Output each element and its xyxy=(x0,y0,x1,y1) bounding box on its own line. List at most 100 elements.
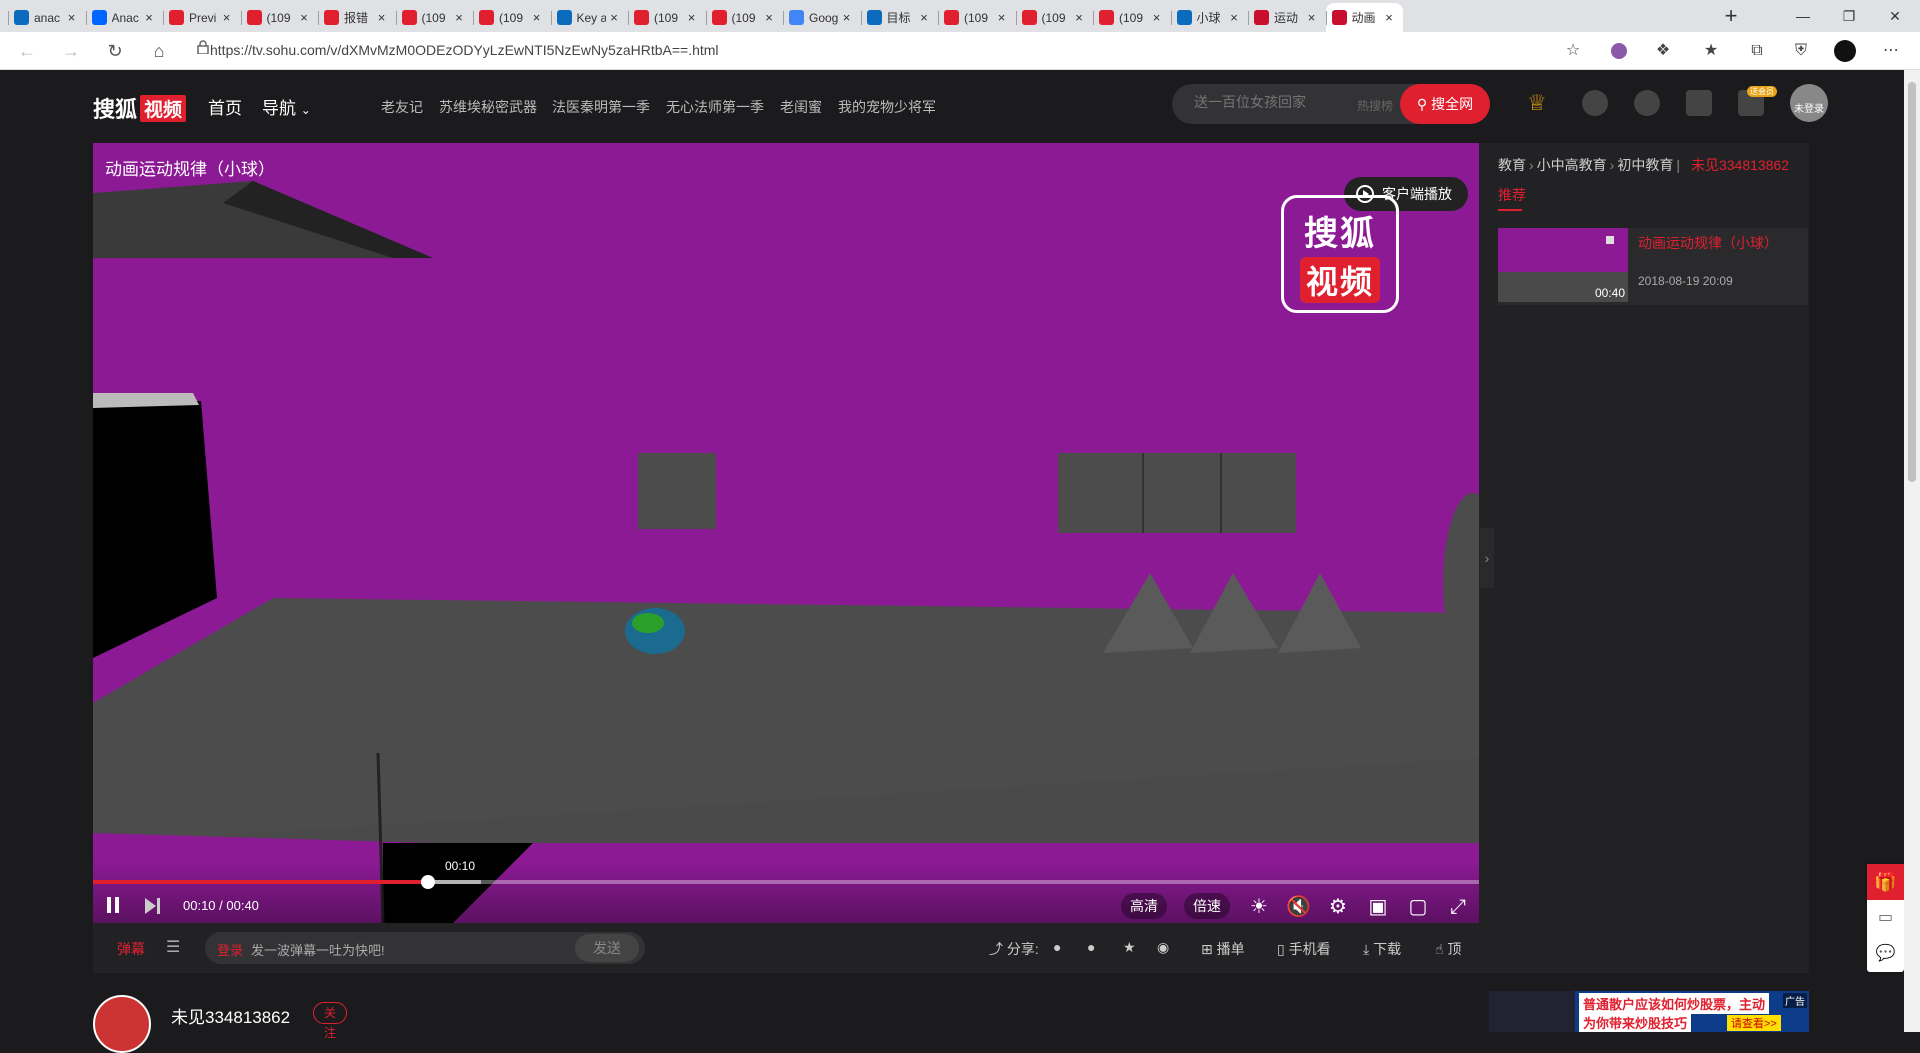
uploader-name[interactable]: 未见334813862 xyxy=(171,1003,290,1028)
play-record-icon[interactable] xyxy=(1686,90,1712,116)
scrollbar-thumb[interactable] xyxy=(1908,82,1916,482)
hot-search-link[interactable]: 热搜榜 xyxy=(1357,97,1393,114)
wechat-icon[interactable]: ● xyxy=(1053,939,1061,955)
browser-tab[interactable]: 报错 × xyxy=(318,3,396,32)
ad-banner[interactable]: 普通散户应该如何炒股票，主动 为你带来炒股技巧 请查看>> 广告 xyxy=(1489,991,1809,1032)
history-icon[interactable] xyxy=(1582,90,1608,116)
browser-tab[interactable]: 目标 × xyxy=(860,3,939,32)
nav-home[interactable]: 首页 xyxy=(208,94,242,119)
fullscreen-icon[interactable]: ⤢ xyxy=(1446,895,1470,919)
forward-button[interactable]: → xyxy=(56,38,86,64)
mobile-watch-button[interactable]: ▯ 手机看 xyxy=(1277,939,1331,959)
theater-mode-icon[interactable]: ▢ xyxy=(1406,895,1430,919)
like-button[interactable]: ☝ 顶 xyxy=(1435,939,1461,959)
tab-close-icon[interactable]: × xyxy=(1071,10,1087,25)
tab-close-icon[interactable]: × xyxy=(296,10,312,25)
favorites-icon[interactable]: ★ xyxy=(1700,40,1722,62)
tab-close-icon[interactable]: × xyxy=(606,10,622,25)
danmu-send-button[interactable]: 发送 xyxy=(575,934,639,962)
upload-icon[interactable] xyxy=(1634,90,1660,116)
hot-link[interactable]: 无心法师第一季 xyxy=(666,97,764,117)
brightness-icon[interactable]: ☀ xyxy=(1247,895,1271,919)
browser-tab[interactable]: (109 × xyxy=(1093,3,1171,32)
speed-button[interactable]: 倍速 xyxy=(1184,893,1230,919)
nav-menu[interactable]: 导航 ⌄ xyxy=(262,94,311,119)
hot-link[interactable]: 老友记 xyxy=(381,97,423,117)
sohu-video-logo[interactable]: 搜狐 视频 xyxy=(93,92,187,124)
browser-tab[interactable]: 运动 × xyxy=(1248,3,1326,32)
tab-recommend[interactable]: 推荐 xyxy=(1498,185,1526,211)
uploader-avatar[interactable] xyxy=(93,995,151,1053)
tab-close-icon[interactable]: × xyxy=(374,10,390,25)
tab-close-icon[interactable]: × xyxy=(1226,10,1242,25)
mini-player-icon[interactable]: ▣ xyxy=(1366,895,1390,919)
browser-tab[interactable]: Goog × xyxy=(783,3,861,32)
tab-close-icon[interactable]: × xyxy=(916,10,932,25)
settings-more-icon[interactable]: ⋯ xyxy=(1880,40,1902,62)
home-button[interactable]: ⌂ xyxy=(144,38,174,64)
settings-icon[interactable]: ⚙ xyxy=(1326,895,1350,919)
breadcrumb-item[interactable]: 初中教育 xyxy=(1617,157,1673,173)
browser-tab[interactable]: (109 × xyxy=(938,3,1016,32)
browser-tab[interactable]: Anac × xyxy=(85,3,164,32)
back-button[interactable]: ← xyxy=(12,38,42,64)
tab-close-icon[interactable]: × xyxy=(684,10,700,25)
tab-close-icon[interactable]: × xyxy=(994,10,1010,25)
browser-tab[interactable]: Key a × xyxy=(550,3,629,32)
extension-icon[interactable] xyxy=(1608,40,1630,62)
follow-button[interactable]: 关注 xyxy=(313,1002,348,1040)
new-tab-button[interactable]: + xyxy=(1716,3,1746,31)
tab-close-icon[interactable]: × xyxy=(141,10,157,25)
lock-icon[interactable] xyxy=(197,40,209,54)
notebook-icon[interactable]: ▭ xyxy=(1867,900,1904,936)
browser-tab[interactable]: Previ × xyxy=(163,3,241,32)
danmu-input-box[interactable]: 登录 发一波弹幕一吐为快吧! 发送 xyxy=(205,932,645,964)
browser-tab[interactable]: (109 × xyxy=(628,3,706,32)
browser-tab[interactable]: (109 × xyxy=(705,3,784,32)
hot-link[interactable]: 苏维埃秘密武器 xyxy=(439,97,537,117)
collapse-panel-icon[interactable]: › xyxy=(1480,528,1494,588)
qzone-icon[interactable]: ★ xyxy=(1123,939,1136,956)
search-input[interactable] xyxy=(1194,94,1344,110)
gift-icon[interactable]: 🎁 xyxy=(1867,864,1904,900)
vip-crown-icon[interactable]: ♕ xyxy=(1527,90,1547,116)
progress-bar[interactable] xyxy=(93,875,1479,889)
breadcrumb-item[interactable]: 教育 xyxy=(1498,157,1526,173)
danmu-login-link[interactable]: 登录 xyxy=(217,940,243,959)
extensions-puzzle-icon[interactable]: ❖ xyxy=(1652,40,1674,62)
hot-link[interactable]: 老闺蜜 xyxy=(780,97,822,117)
url-text[interactable]: https://tv.sohu.com/v/dXMvMzM0ODEzODYyLz… xyxy=(210,42,719,58)
tab-close-icon[interactable]: × xyxy=(1381,10,1397,25)
search-button[interactable]: ⚲ 搜全网 xyxy=(1400,84,1490,124)
tab-close-icon[interactable]: × xyxy=(761,10,777,25)
restore-button[interactable]: ❐ xyxy=(1826,0,1872,32)
browser-tab[interactable]: (109 × xyxy=(395,3,474,32)
qq-icon[interactable]: ● xyxy=(1087,939,1095,955)
recommended-title[interactable]: 动画运动规律（小球） xyxy=(1638,233,1778,253)
video-player[interactable]: 动画运动规律（小球） 客户端播放 搜狐 视频 00:10 00:10 / 00:… xyxy=(93,143,1479,923)
recommended-video[interactable]: 00:40 动画运动规律（小球） 2018-08-19 20:09 xyxy=(1498,228,1808,305)
recommended-thumbnail[interactable]: 00:40 xyxy=(1498,228,1628,302)
hot-link[interactable]: 我的宠物少将军 xyxy=(838,97,936,117)
tab-close-icon[interactable]: × xyxy=(1149,10,1165,25)
page-scrollbar[interactable] xyxy=(1904,70,1920,1032)
browser-essentials-icon[interactable]: ⛨ xyxy=(1790,40,1812,62)
browser-tab[interactable]: anac × xyxy=(8,3,86,32)
uploader-link[interactable]: 未见334813862 xyxy=(1691,157,1789,173)
weibo-icon[interactable]: ◉ xyxy=(1157,939,1169,956)
profile-icon[interactable] xyxy=(1834,40,1856,62)
browser-tab[interactable]: 动画 × xyxy=(1325,3,1403,32)
tab-close-icon[interactable]: × xyxy=(529,10,545,25)
danmu-settings-icon[interactable]: ☰ xyxy=(166,937,186,957)
tab-close-icon[interactable]: × xyxy=(1304,10,1320,25)
feedback-icon[interactable]: 💬 xyxy=(1867,936,1904,972)
tab-close-icon[interactable]: × xyxy=(64,10,80,25)
pause-icon[interactable] xyxy=(103,895,125,917)
login-avatar[interactable]: 未登录 xyxy=(1790,84,1828,122)
next-icon[interactable] xyxy=(143,895,165,917)
add-favorite-icon[interactable]: ☆ xyxy=(1562,40,1584,62)
mute-icon[interactable]: 🔇 xyxy=(1286,895,1311,919)
download-button[interactable]: ⤓ 下载 xyxy=(1363,939,1401,959)
browser-tab[interactable]: (109 × xyxy=(240,3,319,32)
collections-icon[interactable]: ⧉ xyxy=(1746,40,1768,62)
